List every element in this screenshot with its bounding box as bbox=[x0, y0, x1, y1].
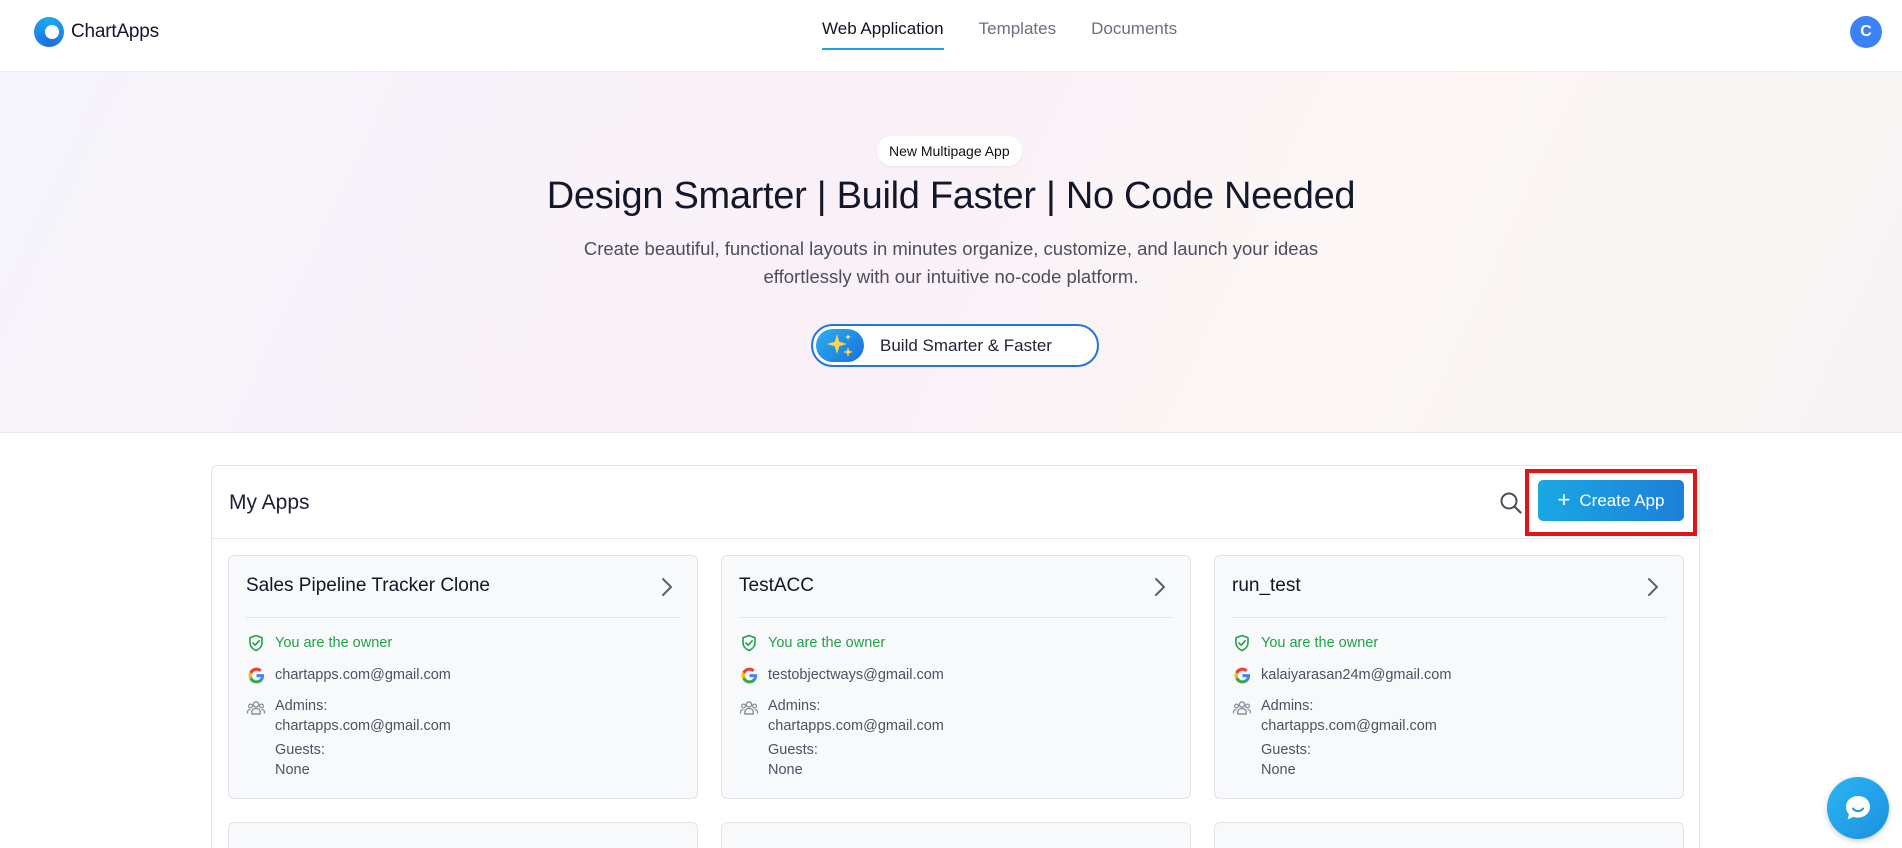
app-card-partial[interactable] bbox=[1214, 822, 1684, 848]
app-card-title: TestACC bbox=[739, 575, 814, 596]
hero-title: Design Smarter | Build Faster | No Code … bbox=[546, 175, 1356, 217]
card-divider bbox=[1232, 617, 1666, 618]
sparkle-icon bbox=[816, 329, 864, 362]
google-icon bbox=[1234, 667, 1250, 683]
owner-row: You are the owner bbox=[246, 633, 392, 653]
top-navigation-bar: ChartApps Web Application Templates Docu… bbox=[0, 0, 1902, 72]
app-card-title: Sales Pipeline Tracker Clone bbox=[246, 575, 490, 596]
build-smarter-label: Build Smarter & Faster bbox=[880, 335, 1052, 355]
app-card-run-test[interactable]: run_test You are the owner kalaiyarasan2… bbox=[1214, 555, 1684, 799]
guests-label: Guests: bbox=[768, 742, 818, 758]
users-icon bbox=[246, 701, 266, 715]
admins-value: chartapps.com@gmail.com bbox=[1261, 718, 1437, 734]
app-card-sales-pipeline-tracker-clone[interactable]: Sales Pipeline Tracker Clone You are the… bbox=[228, 555, 698, 799]
brand-name: ChartApps bbox=[71, 21, 159, 42]
guests-value: None bbox=[768, 762, 803, 778]
chevron-right-icon[interactable] bbox=[660, 576, 674, 598]
chat-bubble-icon bbox=[1846, 796, 1870, 820]
my-apps-header: My Apps + Create App bbox=[212, 466, 1699, 539]
user-avatar[interactable]: C bbox=[1850, 16, 1882, 48]
owner-row: You are the owner bbox=[739, 633, 885, 653]
new-multipage-badge: New Multipage App bbox=[877, 136, 1022, 166]
hero-subtitle: Create beautiful, functional layouts in … bbox=[551, 235, 1351, 291]
owner-email-row: kalaiyarasan24m@gmail.com bbox=[1232, 665, 1451, 685]
my-apps-panel: My Apps + Create App Sales Pipeline Trac… bbox=[211, 465, 1700, 848]
brand-logo[interactable]: ChartApps bbox=[34, 16, 159, 48]
search-button[interactable] bbox=[1498, 490, 1524, 516]
create-app-button[interactable]: + Create App bbox=[1538, 480, 1684, 521]
card-divider bbox=[246, 617, 680, 618]
tab-web-application[interactable]: Web Application bbox=[822, 16, 944, 50]
admins-label: Admins: bbox=[768, 698, 821, 714]
admins-value: chartapps.com@gmail.com bbox=[275, 718, 451, 734]
tab-documents[interactable]: Documents bbox=[1091, 16, 1177, 50]
users-icon bbox=[1232, 701, 1252, 715]
main-nav-tabs: Web Application Templates Documents bbox=[822, 16, 1177, 50]
chat-support-button[interactable] bbox=[1827, 777, 1889, 839]
users-icon bbox=[739, 701, 759, 715]
shield-check-icon bbox=[1235, 634, 1249, 652]
owner-email-row: chartapps.com@gmail.com bbox=[246, 665, 451, 685]
google-icon bbox=[248, 667, 264, 683]
owner-text: You are the owner bbox=[768, 635, 886, 651]
app-card-testacc[interactable]: TestACC You are the owner testobjectways… bbox=[721, 555, 1191, 799]
owner-row: You are the owner bbox=[1232, 633, 1378, 653]
card-divider bbox=[739, 617, 1173, 618]
app-card-partial[interactable] bbox=[721, 822, 1191, 848]
google-icon bbox=[741, 667, 757, 683]
my-apps-title: My Apps bbox=[229, 491, 310, 514]
app-card-title: run_test bbox=[1232, 575, 1301, 596]
owner-email-row: testobjectways@gmail.com bbox=[739, 665, 944, 685]
owner-email: kalaiyarasan24m@gmail.com bbox=[1261, 667, 1452, 683]
admins-value: chartapps.com@gmail.com bbox=[768, 718, 944, 734]
chevron-right-icon[interactable] bbox=[1153, 576, 1167, 598]
tab-templates[interactable]: Templates bbox=[979, 16, 1056, 50]
admins-label: Admins: bbox=[1261, 698, 1314, 714]
build-smarter-button[interactable]: Build Smarter & Faster bbox=[811, 324, 1099, 367]
admins-label: Admins: bbox=[275, 698, 328, 714]
shield-check-icon bbox=[742, 634, 756, 652]
guests-value: None bbox=[1261, 762, 1296, 778]
hero-subtitle-line-1: Create beautiful, functional layouts in … bbox=[583, 238, 1319, 259]
owner-email: testobjectways@gmail.com bbox=[768, 667, 944, 683]
create-app-label: Create App bbox=[1579, 490, 1665, 510]
app-card-partial[interactable] bbox=[228, 822, 698, 848]
hero-subtitle-line-2: effortlessly with our intuitive no-code … bbox=[763, 266, 1139, 287]
owner-email: chartapps.com@gmail.com bbox=[275, 667, 451, 683]
plus-icon: + bbox=[1557, 486, 1571, 512]
owner-text: You are the owner bbox=[275, 635, 393, 651]
shield-check-icon bbox=[249, 634, 263, 652]
search-icon bbox=[1500, 492, 1522, 514]
hero-section: New Multipage App Design Smarter | Build… bbox=[0, 72, 1902, 433]
owner-text: You are the owner bbox=[1261, 635, 1379, 651]
guests-value: None bbox=[275, 762, 310, 778]
chartapps-logo-icon bbox=[34, 17, 64, 47]
guests-label: Guests: bbox=[275, 742, 325, 758]
guests-label: Guests: bbox=[1261, 742, 1311, 758]
chevron-right-icon[interactable] bbox=[1646, 576, 1660, 598]
